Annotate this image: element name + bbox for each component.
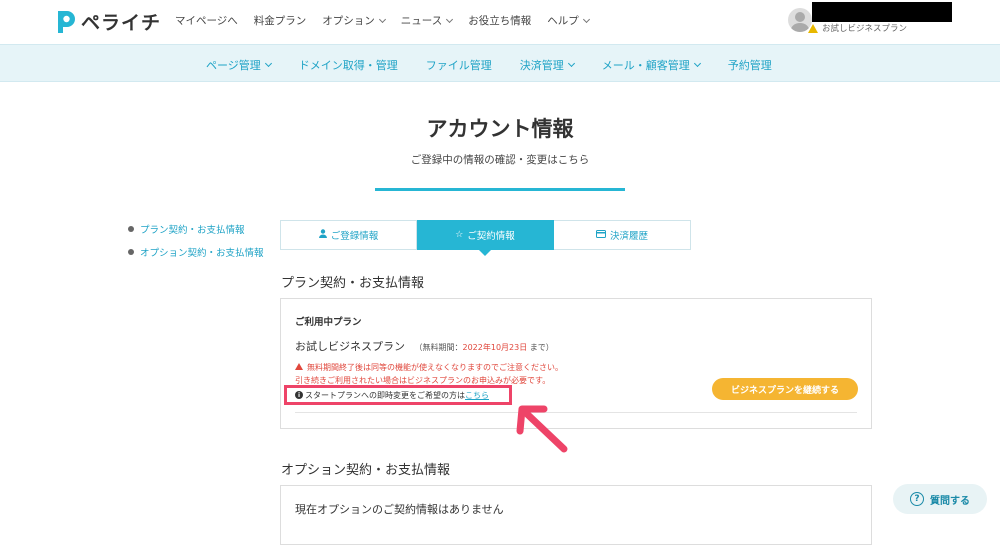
tab-label: 決済履歴 xyxy=(609,231,648,242)
option-card: 現在オプションのご契約情報はありません xyxy=(280,485,872,545)
main-nav-label: ファイル管理 xyxy=(425,59,492,72)
top-nav-label: ニュース xyxy=(400,15,443,27)
plan-name-text: お試しビジネスプラン xyxy=(295,340,405,353)
main-nav-label: ドメイン取得・管理 xyxy=(298,59,398,72)
plan-name: お試しビジネスプラン （無料期間：2022年10月23日 まで） xyxy=(295,338,554,354)
title-underline xyxy=(375,188,625,191)
plan-card: ご利用中プラン お試しビジネスプラン （無料期間：2022年10月23日 まで）… xyxy=(280,298,872,429)
switch-plan-highlight: i スタートプランへの即時変更をご希望の方は こちら xyxy=(284,385,512,405)
tab-contract[interactable]: ☆ ご契約情報 xyxy=(417,220,554,256)
switch-plan-link[interactable]: こちら xyxy=(465,390,489,401)
side-link-label: オプション契約・お支払情報 xyxy=(140,248,264,259)
logo-text: ペライチ xyxy=(81,12,162,34)
chevron-down-icon xyxy=(567,59,575,68)
top-nav-item-help[interactable]: ヘルプ xyxy=(547,13,590,28)
top-nav-label: 料金プラン xyxy=(253,15,307,27)
top-nav-label: お役立ち情報 xyxy=(468,15,532,27)
main-nav-item-domain[interactable]: ドメイン取得・管理 xyxy=(299,57,398,73)
card-icon xyxy=(595,229,606,241)
side-links: プラン契約・お支払情報 オプション契約・お支払情報 xyxy=(128,222,264,268)
bullet-icon xyxy=(128,226,134,232)
warning-icon xyxy=(295,363,303,370)
chevron-down-icon xyxy=(378,15,386,23)
user-icon xyxy=(318,229,327,241)
page-subtitle: ご登録中の情報の確認・変更はこちら xyxy=(410,154,590,166)
trial-notice: 無料期間終了後は同等の機能が使えなくなりますのでご注意ください。 引き続きご利用… xyxy=(295,361,563,387)
info-icon: i xyxy=(295,391,303,399)
main-nav-item-mail[interactable]: メール・顧客管理 xyxy=(601,57,701,73)
trial-suffix: まで） xyxy=(527,343,554,352)
logo[interactable]: ペライチ xyxy=(55,8,161,35)
star-icon: ☆ xyxy=(455,230,464,240)
side-link-option[interactable]: オプション契約・お支払情報 xyxy=(128,245,264,259)
top-nav-item-options[interactable]: オプション xyxy=(322,13,386,28)
tab-registration[interactable]: ご登録情報 xyxy=(280,220,417,250)
chevron-down-icon xyxy=(582,15,590,23)
top-nav-item-tips[interactable]: お役立ち情報 xyxy=(468,13,531,28)
notice-line-1: 無料期間終了後は同等の機能が使えなくなりますのでご注意ください。 xyxy=(307,363,563,372)
tab-label: ご契約情報 xyxy=(467,231,515,242)
main-nav: ページ管理 ドメイン取得・管理 ファイル管理 決済管理 メール・顧客管理 予約管… xyxy=(0,44,1000,82)
current-plan-label: ご利用中プラン xyxy=(295,317,362,328)
tab-payment-history[interactable]: 決済履歴 xyxy=(554,220,691,250)
help-button-label: 質問する xyxy=(930,495,970,507)
user-plan-label: お試しビジネスプラン xyxy=(822,24,908,34)
main-nav-item-pages[interactable]: ページ管理 xyxy=(206,57,272,73)
main-nav-label: 予約管理 xyxy=(727,59,772,72)
main-nav-label: ページ管理 xyxy=(206,59,261,72)
top-nav-item-pricing[interactable]: 料金プラン xyxy=(254,13,307,28)
main-nav-item-files[interactable]: ファイル管理 xyxy=(426,57,492,73)
top-header: ペライチ マイページへ 料金プラン オプション ニュース お役立ち情報 ヘルプ … xyxy=(0,0,1000,44)
plan-section-title: プラン契約・お支払情報 xyxy=(281,276,425,291)
divider xyxy=(295,412,857,413)
top-nav-label: オプション xyxy=(322,15,375,27)
top-nav-label: マイページへ xyxy=(175,15,238,27)
chevron-down-icon xyxy=(264,59,272,68)
user-plan-status: お試しビジネスプラン xyxy=(808,22,907,34)
main-nav-item-payments[interactable]: 決済管理 xyxy=(519,57,575,73)
side-link-label: プラン契約・お支払情報 xyxy=(140,225,245,236)
tab-label: ご登録情報 xyxy=(330,231,379,242)
notice-line-2: 引き続きご利用されたい場合はビジネスプランのお申込みが必要です。 xyxy=(295,376,551,385)
trial-date: 2022年10月23日 xyxy=(462,343,528,352)
side-link-plan[interactable]: プラン契約・お支払情報 xyxy=(128,222,264,236)
chevron-down-icon xyxy=(693,59,701,68)
option-section-title: オプション契約・お支払情報 xyxy=(281,463,451,478)
page-title: アカウント情報 xyxy=(426,117,574,141)
top-nav-item-news[interactable]: ニュース xyxy=(400,13,454,28)
question-icon: ? xyxy=(910,492,924,506)
trial-prefix: （無料期間： xyxy=(414,343,463,352)
account-tabs: ご登録情報 ☆ ご契約情報 決済履歴 xyxy=(280,220,691,256)
redacted-username xyxy=(812,2,952,22)
main-nav-label: メール・顧客管理 xyxy=(601,59,690,72)
trial-period: （無料期間：2022年10月23日 まで） xyxy=(415,343,554,352)
continue-business-plan-button[interactable]: ビジネスプランを継続する xyxy=(712,378,858,400)
chevron-down-icon xyxy=(446,15,454,23)
annotation-arrow-icon xyxy=(516,405,568,453)
switch-plan-text: スタートプランへの即時変更をご希望の方は xyxy=(305,390,465,400)
bullet-icon xyxy=(128,249,134,255)
option-empty-text: 現在オプションのご契約情報はありません xyxy=(295,503,504,516)
warning-icon xyxy=(808,23,818,33)
help-question-button[interactable]: ? 質問する xyxy=(893,484,987,514)
peraichi-logo-icon xyxy=(58,10,75,33)
top-nav-item-mypage[interactable]: マイページへ xyxy=(175,13,238,28)
top-nav: マイページへ 料金プラン オプション ニュース お役立ち情報 ヘルプ xyxy=(175,13,605,28)
top-nav-label: ヘルプ xyxy=(547,15,579,27)
main-nav-item-reservations[interactable]: 予約管理 xyxy=(728,57,772,73)
main-nav-label: 決済管理 xyxy=(519,59,564,72)
